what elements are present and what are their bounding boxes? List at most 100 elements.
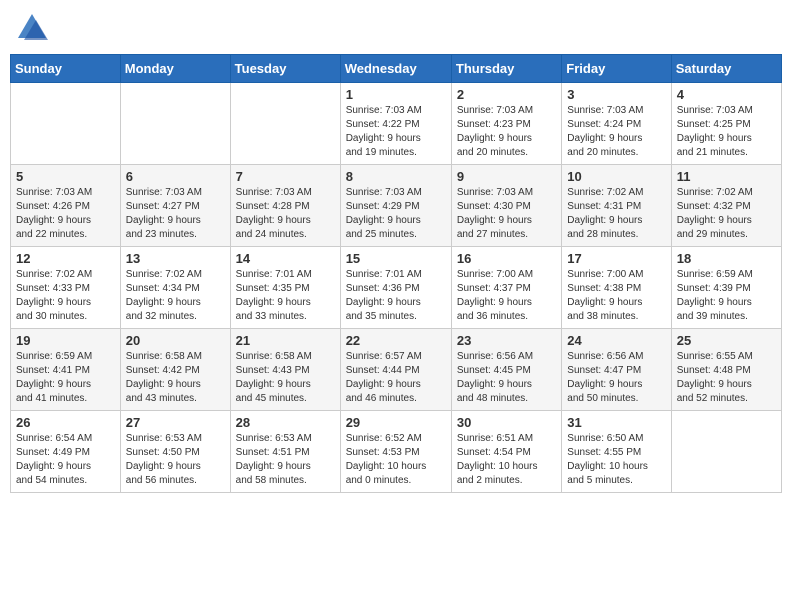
calendar-day-3: 3Sunrise: 7:03 AM Sunset: 4:24 PM Daylig… xyxy=(562,83,671,165)
calendar-day-6: 6 Sunrise: 7:03 AM Sunset: 4:27 PM Daylig… xyxy=(120,165,230,247)
col-header-monday: Monday xyxy=(120,55,230,83)
day-number: 13 xyxy=(126,251,225,266)
day-number: 29 xyxy=(346,415,446,430)
day-number: 25 xyxy=(677,333,776,348)
day-detail: Sunrise: 7:01 AM Sunset: 4:35 PM Dayligh… xyxy=(236,268,335,324)
day-detail: Sunrise: 7:03 AM Sunset: 4:28 PM Dayligh… xyxy=(236,186,335,242)
day-detail: Sunrise: 6:50 AM Sunset: 4:55 PM Dayligh… xyxy=(567,432,665,488)
calendar-week-row: 1 Sunrise: 7:03 AM Sunset: 4:22 PM Daylig… xyxy=(11,83,782,165)
calendar-day-23: 23Sunrise: 6:56 AM Sunset: 4:45 PM Dayli… xyxy=(451,329,561,411)
day-detail: Sunrise: 7:02 AM Sunset: 4:32 PM Dayligh… xyxy=(677,186,776,242)
day-detail: Sunrise: 6:56 AM Sunset: 4:47 PM Dayligh… xyxy=(567,350,665,406)
empty-day-cell xyxy=(230,83,340,165)
day-detail: Sunrise: 7:01 AM Sunset: 4:36 PM Dayligh… xyxy=(346,268,446,324)
calendar-week-row: 5 Sunrise: 7:03 AM Sunset: 4:26 PM Daylig… xyxy=(11,165,782,247)
calendar-day-24: 24 Sunrise: 6:56 AM Sunset: 4:47 PM Dayli… xyxy=(562,329,671,411)
calendar-day-11: 11Sunrise: 7:02 AM Sunset: 4:32 PM Dayli… xyxy=(671,165,781,247)
day-number: 23 xyxy=(457,333,556,348)
calendar-day-20: 20 Sunrise: 6:58 AM Sunset: 4:42 PM Dayli… xyxy=(120,329,230,411)
day-detail: Sunrise: 6:59 AM Sunset: 4:39 PM Dayligh… xyxy=(677,268,776,324)
logo-icon xyxy=(14,10,50,46)
day-detail: Sunrise: 6:53 AM Sunset: 4:51 PM Dayligh… xyxy=(236,432,335,488)
calendar-day-21: 21 Sunrise: 6:58 AM Sunset: 4:43 PM Dayli… xyxy=(230,329,340,411)
day-number: 10 xyxy=(567,169,665,184)
day-number: 7 xyxy=(236,169,335,184)
calendar-day-30: 30 Sunrise: 6:51 AM Sunset: 4:54 PM Dayli… xyxy=(451,411,561,493)
calendar-day-2: 2Sunrise: 7:03 AM Sunset: 4:23 PM Daylig… xyxy=(451,83,561,165)
day-number: 26 xyxy=(16,415,115,430)
day-number: 24 xyxy=(567,333,665,348)
col-header-wednesday: Wednesday xyxy=(340,55,451,83)
day-number: 15 xyxy=(346,251,446,266)
day-number: 6 xyxy=(126,169,225,184)
calendar-day-10: 10 Sunrise: 7:02 AM Sunset: 4:31 PM Dayli… xyxy=(562,165,671,247)
day-number: 12 xyxy=(16,251,115,266)
calendar-header-row: SundayMondayTuesdayWednesdayThursdayFrid… xyxy=(11,55,782,83)
day-detail: Sunrise: 7:02 AM Sunset: 4:31 PM Dayligh… xyxy=(567,186,665,242)
calendar-day-29: 29 Sunrise: 6:52 AM Sunset: 4:53 PM Dayli… xyxy=(340,411,451,493)
day-number: 3 xyxy=(567,87,665,102)
calendar-day-13: 13Sunrise: 7:02 AM Sunset: 4:34 PM Dayli… xyxy=(120,247,230,329)
calendar-day-25: 25 Sunrise: 6:55 AM Sunset: 4:48 PM Dayli… xyxy=(671,329,781,411)
day-detail: Sunrise: 7:00 AM Sunset: 4:37 PM Dayligh… xyxy=(457,268,556,324)
day-detail: Sunrise: 7:03 AM Sunset: 4:30 PM Dayligh… xyxy=(457,186,556,242)
calendar-day-7: 7 Sunrise: 7:03 AM Sunset: 4:28 PM Daylig… xyxy=(230,165,340,247)
day-number: 18 xyxy=(677,251,776,266)
calendar-week-row: 12 Sunrise: 7:02 AM Sunset: 4:33 PM Dayli… xyxy=(11,247,782,329)
calendar-week-row: 19Sunrise: 6:59 AM Sunset: 4:41 PM Dayli… xyxy=(11,329,782,411)
day-detail: Sunrise: 7:03 AM Sunset: 4:29 PM Dayligh… xyxy=(346,186,446,242)
day-detail: Sunrise: 6:58 AM Sunset: 4:42 PM Dayligh… xyxy=(126,350,225,406)
calendar-week-row: 26 Sunrise: 6:54 AM Sunset: 4:49 PM Dayli… xyxy=(11,411,782,493)
day-number: 1 xyxy=(346,87,446,102)
day-number: 14 xyxy=(236,251,335,266)
col-header-saturday: Saturday xyxy=(671,55,781,83)
day-number: 5 xyxy=(16,169,115,184)
day-number: 19 xyxy=(16,333,115,348)
empty-day-cell xyxy=(671,411,781,493)
day-detail: Sunrise: 7:03 AM Sunset: 4:26 PM Dayligh… xyxy=(16,186,115,242)
day-detail: Sunrise: 6:58 AM Sunset: 4:43 PM Dayligh… xyxy=(236,350,335,406)
col-header-sunday: Sunday xyxy=(11,55,121,83)
calendar-day-16: 16 Sunrise: 7:00 AM Sunset: 4:37 PM Dayli… xyxy=(451,247,561,329)
logo xyxy=(14,10,54,46)
day-number: 20 xyxy=(126,333,225,348)
day-number: 17 xyxy=(567,251,665,266)
day-detail: Sunrise: 7:02 AM Sunset: 4:33 PM Dayligh… xyxy=(16,268,115,324)
day-number: 8 xyxy=(346,169,446,184)
day-detail: Sunrise: 6:57 AM Sunset: 4:44 PM Dayligh… xyxy=(346,350,446,406)
col-header-thursday: Thursday xyxy=(451,55,561,83)
calendar-day-27: 27Sunrise: 6:53 AM Sunset: 4:50 PM Dayli… xyxy=(120,411,230,493)
page-header xyxy=(10,10,782,46)
empty-day-cell xyxy=(120,83,230,165)
calendar-day-18: 18 Sunrise: 6:59 AM Sunset: 4:39 PM Dayli… xyxy=(671,247,781,329)
calendar-day-5: 5 Sunrise: 7:03 AM Sunset: 4:26 PM Daylig… xyxy=(11,165,121,247)
day-detail: Sunrise: 6:51 AM Sunset: 4:54 PM Dayligh… xyxy=(457,432,556,488)
calendar-day-31: 31 Sunrise: 6:50 AM Sunset: 4:55 PM Dayli… xyxy=(562,411,671,493)
calendar-day-12: 12 Sunrise: 7:02 AM Sunset: 4:33 PM Dayli… xyxy=(11,247,121,329)
day-detail: Sunrise: 6:52 AM Sunset: 4:53 PM Dayligh… xyxy=(346,432,446,488)
calendar-table: SundayMondayTuesdayWednesdayThursdayFrid… xyxy=(10,54,782,493)
day-detail: Sunrise: 7:03 AM Sunset: 4:25 PM Dayligh… xyxy=(677,104,776,160)
day-number: 2 xyxy=(457,87,556,102)
day-detail: Sunrise: 6:55 AM Sunset: 4:48 PM Dayligh… xyxy=(677,350,776,406)
calendar-day-15: 15 Sunrise: 7:01 AM Sunset: 4:36 PM Dayli… xyxy=(340,247,451,329)
day-number: 22 xyxy=(346,333,446,348)
calendar-day-22: 22 Sunrise: 6:57 AM Sunset: 4:44 PM Dayli… xyxy=(340,329,451,411)
day-detail: Sunrise: 7:00 AM Sunset: 4:38 PM Dayligh… xyxy=(567,268,665,324)
day-number: 4 xyxy=(677,87,776,102)
day-number: 21 xyxy=(236,333,335,348)
calendar-day-4: 4 Sunrise: 7:03 AM Sunset: 4:25 PM Daylig… xyxy=(671,83,781,165)
day-number: 30 xyxy=(457,415,556,430)
day-number: 9 xyxy=(457,169,556,184)
calendar-day-28: 28 Sunrise: 6:53 AM Sunset: 4:51 PM Dayli… xyxy=(230,411,340,493)
day-number: 28 xyxy=(236,415,335,430)
day-number: 31 xyxy=(567,415,665,430)
calendar-day-17: 17 Sunrise: 7:00 AM Sunset: 4:38 PM Dayli… xyxy=(562,247,671,329)
calendar-day-19: 19Sunrise: 6:59 AM Sunset: 4:41 PM Dayli… xyxy=(11,329,121,411)
day-number: 27 xyxy=(126,415,225,430)
day-detail: Sunrise: 6:54 AM Sunset: 4:49 PM Dayligh… xyxy=(16,432,115,488)
day-detail: Sunrise: 7:03 AM Sunset: 4:22 PM Dayligh… xyxy=(346,104,446,160)
day-detail: Sunrise: 7:03 AM Sunset: 4:27 PM Dayligh… xyxy=(126,186,225,242)
day-number: 16 xyxy=(457,251,556,266)
empty-day-cell xyxy=(11,83,121,165)
